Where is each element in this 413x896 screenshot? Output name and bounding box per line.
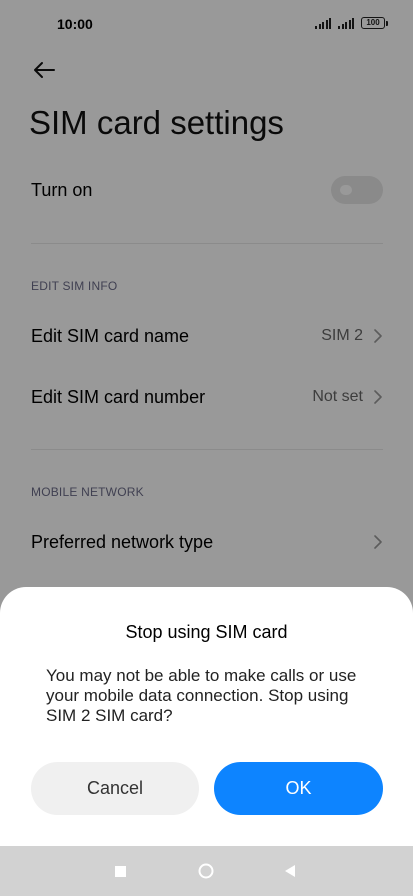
dialog-message: You may not be able to make calls or use… [46, 666, 357, 725]
cancel-button[interactable]: Cancel [31, 762, 199, 815]
ok-button[interactable]: OK [214, 762, 383, 815]
back-icon[interactable] [284, 865, 296, 877]
navigation-bar [0, 846, 413, 896]
dialog-title: Stop using SIM card [125, 622, 288, 642]
stop-sim-dialog: Stop using SIM card You may not be able … [0, 587, 413, 846]
home-icon[interactable] [198, 863, 214, 879]
recent-apps-icon[interactable] [115, 866, 126, 877]
